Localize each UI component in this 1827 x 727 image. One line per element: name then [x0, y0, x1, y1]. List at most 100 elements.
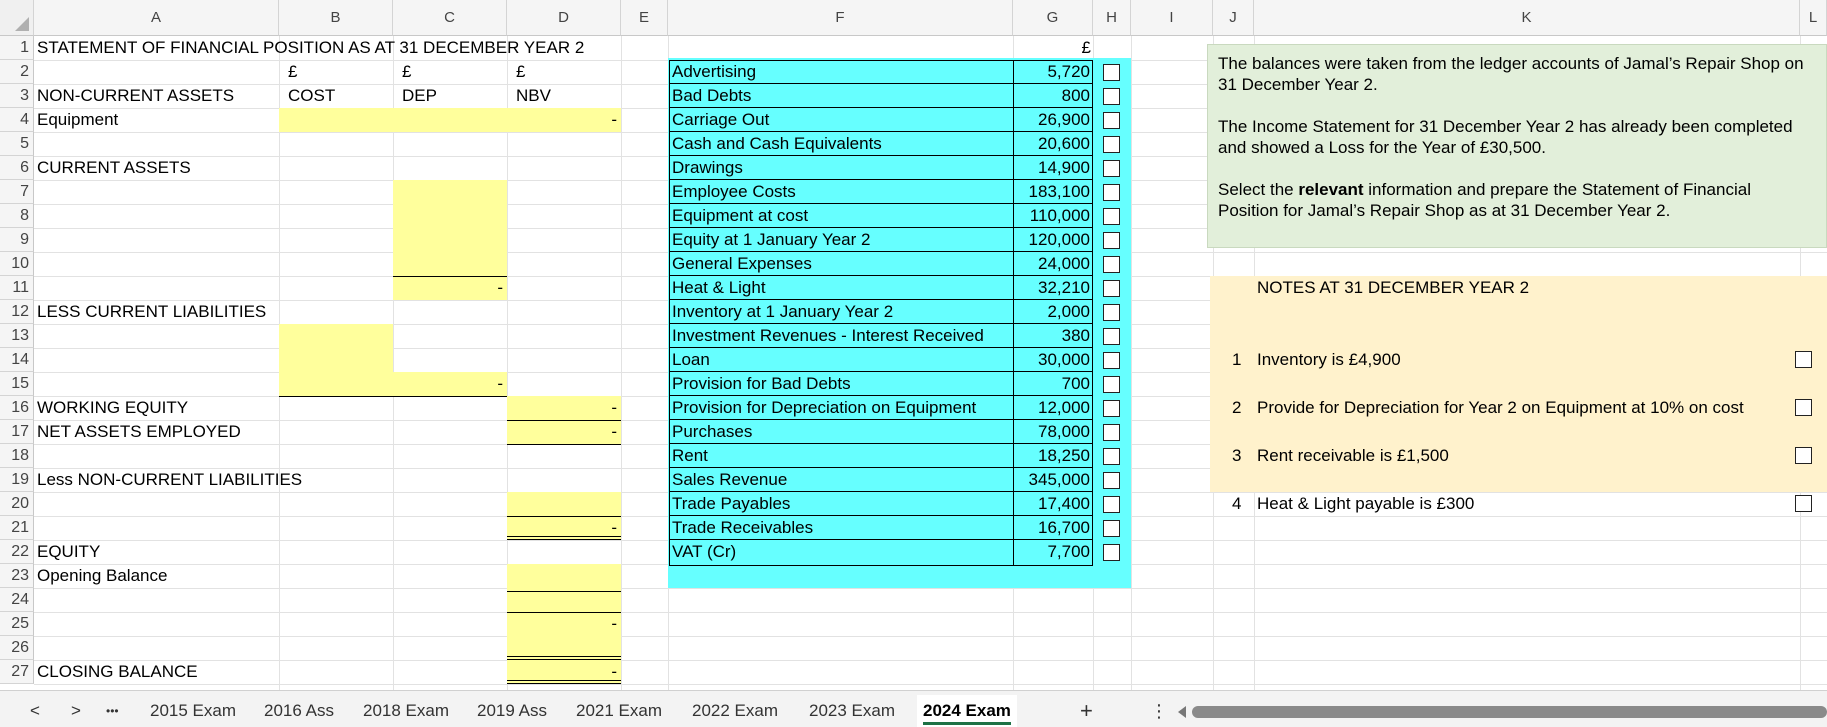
column-header-i[interactable]: I — [1131, 0, 1213, 36]
balance-checkbox[interactable] — [1103, 160, 1120, 177]
column-header-j[interactable]: J — [1213, 0, 1254, 36]
row-header[interactable]: 10 — [0, 252, 34, 276]
balance-checkbox[interactable] — [1103, 184, 1120, 201]
note-checkbox[interactable] — [1795, 399, 1812, 416]
row-header[interactable]: 13 — [0, 324, 34, 348]
balance-row[interactable]: Trade Payables 17,400 — [669, 492, 1093, 516]
balance-row[interactable]: Cash and Cash Equivalents 20,600 — [669, 132, 1093, 156]
balance-row[interactable]: Equity at 1 January Year 2 120,000 — [669, 228, 1093, 252]
column-header-l[interactable]: L — [1800, 0, 1827, 36]
balance-checkbox[interactable] — [1103, 472, 1120, 489]
balance-checkbox[interactable] — [1103, 400, 1120, 417]
balance-checkbox[interactable] — [1103, 328, 1120, 345]
balance-checkbox[interactable] — [1103, 376, 1120, 393]
balance-row[interactable]: Heat & Light 32,210 — [669, 276, 1093, 300]
sheet-tab[interactable]: 2021 Exam — [576, 695, 662, 727]
row-header[interactable]: 22 — [0, 540, 34, 564]
balance-row[interactable]: Bad Debts 800 — [669, 84, 1093, 108]
row-header[interactable]: 15 — [0, 372, 34, 396]
balance-row[interactable]: Investment Revenues - Interest Received 3… — [669, 324, 1093, 348]
balance-checkbox[interactable] — [1103, 304, 1120, 321]
select-all-corner[interactable] — [0, 0, 34, 36]
balance-checkbox[interactable] — [1103, 88, 1120, 105]
balance-row[interactable]: VAT (Cr) 7,700 — [669, 540, 1093, 564]
balance-row[interactable]: Loan 30,000 — [669, 348, 1093, 372]
sheet-options-menu[interactable]: ⋮ — [1150, 695, 1168, 727]
column-header-b[interactable]: B — [279, 0, 393, 36]
balance-checkbox[interactable] — [1103, 448, 1120, 465]
column-header-a[interactable]: A — [34, 0, 279, 36]
column-header-e[interactable]: E — [621, 0, 668, 36]
row-header[interactable]: 25 — [0, 612, 34, 636]
balance-checkbox[interactable] — [1103, 64, 1120, 81]
row-header[interactable]: 11 — [0, 276, 34, 300]
row-header[interactable]: 12 — [0, 300, 34, 324]
balance-checkbox[interactable] — [1103, 112, 1120, 129]
note-checkbox[interactable] — [1795, 495, 1812, 512]
balance-row[interactable]: Advertising 5,720 — [669, 60, 1093, 84]
row-header[interactable]: 8 — [0, 204, 34, 228]
balance-row[interactable]: Drawings 14,900 — [669, 156, 1093, 180]
column-header-k[interactable]: K — [1254, 0, 1800, 36]
row-header[interactable]: 16 — [0, 396, 34, 420]
row-header[interactable]: 2 — [0, 60, 34, 84]
balance-checkbox[interactable] — [1103, 544, 1120, 561]
sheet-tab[interactable]: 2024 Exam — [917, 695, 1017, 727]
balance-row[interactable]: Purchases 78,000 — [669, 420, 1093, 444]
row-header[interactable]: 19 — [0, 468, 34, 492]
balance-checkbox[interactable] — [1103, 424, 1120, 441]
column-header-g[interactable]: G — [1013, 0, 1093, 36]
balance-row[interactable]: Rent 18,250 — [669, 444, 1093, 468]
balance-checkbox[interactable] — [1103, 496, 1120, 513]
balance-checkbox[interactable] — [1103, 136, 1120, 153]
row-header[interactable]: 27 — [0, 660, 34, 684]
prev-sheet-button[interactable]: < — [30, 695, 40, 727]
balance-checkbox[interactable] — [1103, 208, 1120, 225]
balance-checkbox[interactable] — [1103, 256, 1120, 273]
balance-row[interactable]: General Expenses 24,000 — [669, 252, 1093, 276]
balance-row[interactable]: Equipment at cost 110,000 — [669, 204, 1093, 228]
row-header[interactable]: 23 — [0, 564, 34, 588]
balance-checkbox[interactable] — [1103, 520, 1120, 537]
row-header[interactable]: 17 — [0, 420, 34, 444]
balance-row[interactable]: Provision for Depreciation on Equipment 1… — [669, 396, 1093, 420]
sheet-tab[interactable]: 2023 Exam — [809, 695, 895, 727]
column-header-f[interactable]: F — [668, 0, 1013, 36]
balance-row[interactable]: Inventory at 1 January Year 2 2,000 — [669, 300, 1093, 324]
column-header-d[interactable]: D — [507, 0, 621, 36]
row-header[interactable]: 7 — [0, 180, 34, 204]
row-header[interactable]: 3 — [0, 84, 34, 108]
sheet-tab[interactable]: 2018 Exam — [363, 695, 449, 727]
sheet-tab[interactable]: 2016 Ass — [264, 695, 334, 727]
note-checkbox[interactable] — [1795, 351, 1812, 368]
row-header[interactable]: 26 — [0, 636, 34, 660]
row-header[interactable]: 18 — [0, 444, 34, 468]
row-header[interactable]: 4 — [0, 108, 34, 132]
balance-checkbox[interactable] — [1103, 232, 1120, 249]
row-header[interactable]: 24 — [0, 588, 34, 612]
balance-row[interactable]: Employee Costs 183,100 — [669, 180, 1093, 204]
balance-row[interactable]: Sales Revenue 345,000 — [669, 468, 1093, 492]
sheet-tab[interactable]: 2015 Exam — [150, 695, 236, 727]
sheet-tab[interactable]: 2022 Exam — [692, 695, 778, 727]
row-header[interactable]: 6 — [0, 156, 34, 180]
row-header[interactable]: 1 — [0, 36, 34, 60]
scroll-left-icon[interactable] — [1178, 706, 1186, 718]
input-current-liabilities[interactable] — [279, 324, 393, 396]
row-header[interactable]: 5 — [0, 132, 34, 156]
column-header-c[interactable]: C — [393, 0, 507, 36]
row-header[interactable]: 20 — [0, 492, 34, 516]
row-header[interactable]: 9 — [0, 228, 34, 252]
next-sheet-button[interactable]: > — [71, 695, 81, 727]
add-sheet-button[interactable]: + — [1080, 695, 1093, 727]
balance-checkbox[interactable] — [1103, 352, 1120, 369]
horizontal-scrollbar[interactable] — [1192, 706, 1827, 718]
balance-row[interactable]: Provision for Bad Debts 700 — [669, 372, 1093, 396]
row-header[interactable]: 21 — [0, 516, 34, 540]
balance-checkbox[interactable] — [1103, 280, 1120, 297]
row-header[interactable]: 14 — [0, 348, 34, 372]
balance-row[interactable]: Trade Receivables 16,700 — [669, 516, 1093, 540]
balance-row[interactable]: Carriage Out 26,900 — [669, 108, 1093, 132]
note-checkbox[interactable] — [1795, 447, 1812, 464]
column-header-h[interactable]: H — [1093, 0, 1131, 36]
